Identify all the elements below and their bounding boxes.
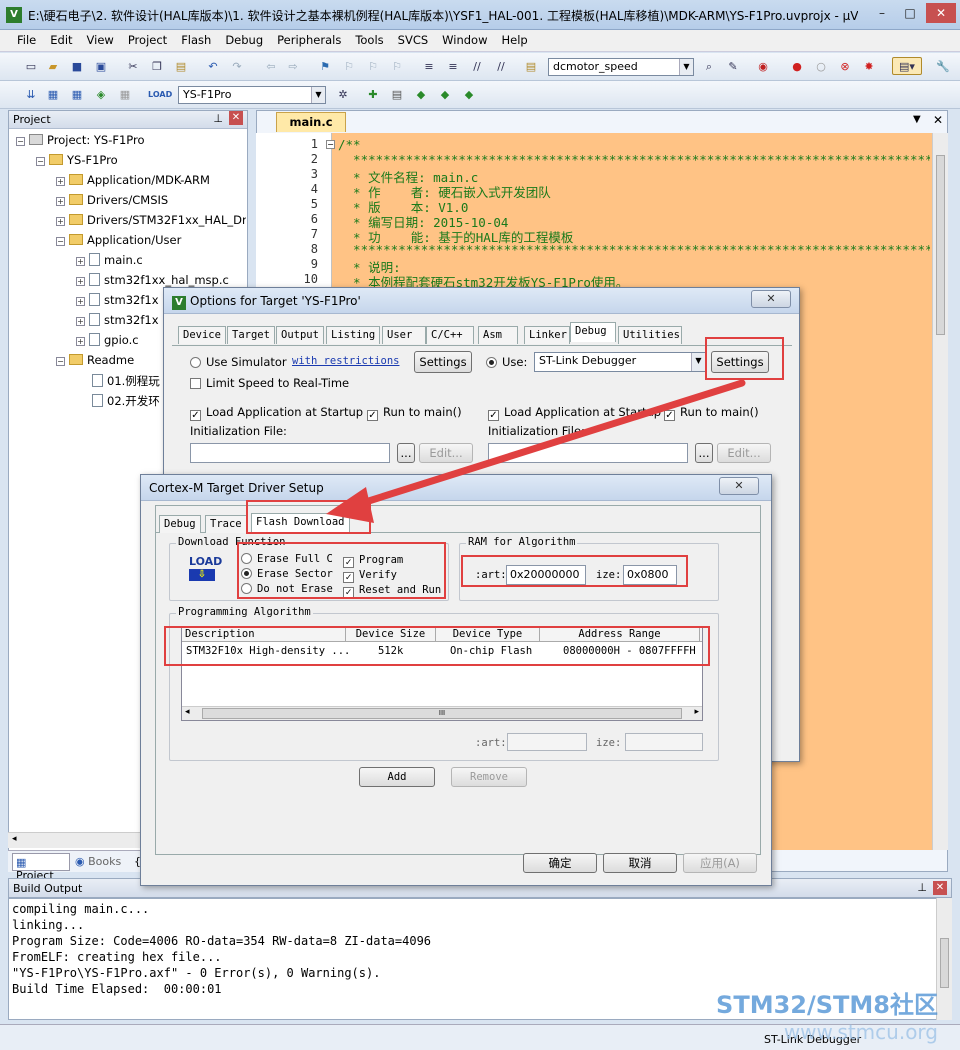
annotation-arrow <box>326 379 746 523</box>
arrow-head-icon <box>326 487 374 523</box>
arrow-shaft <box>352 379 746 509</box>
